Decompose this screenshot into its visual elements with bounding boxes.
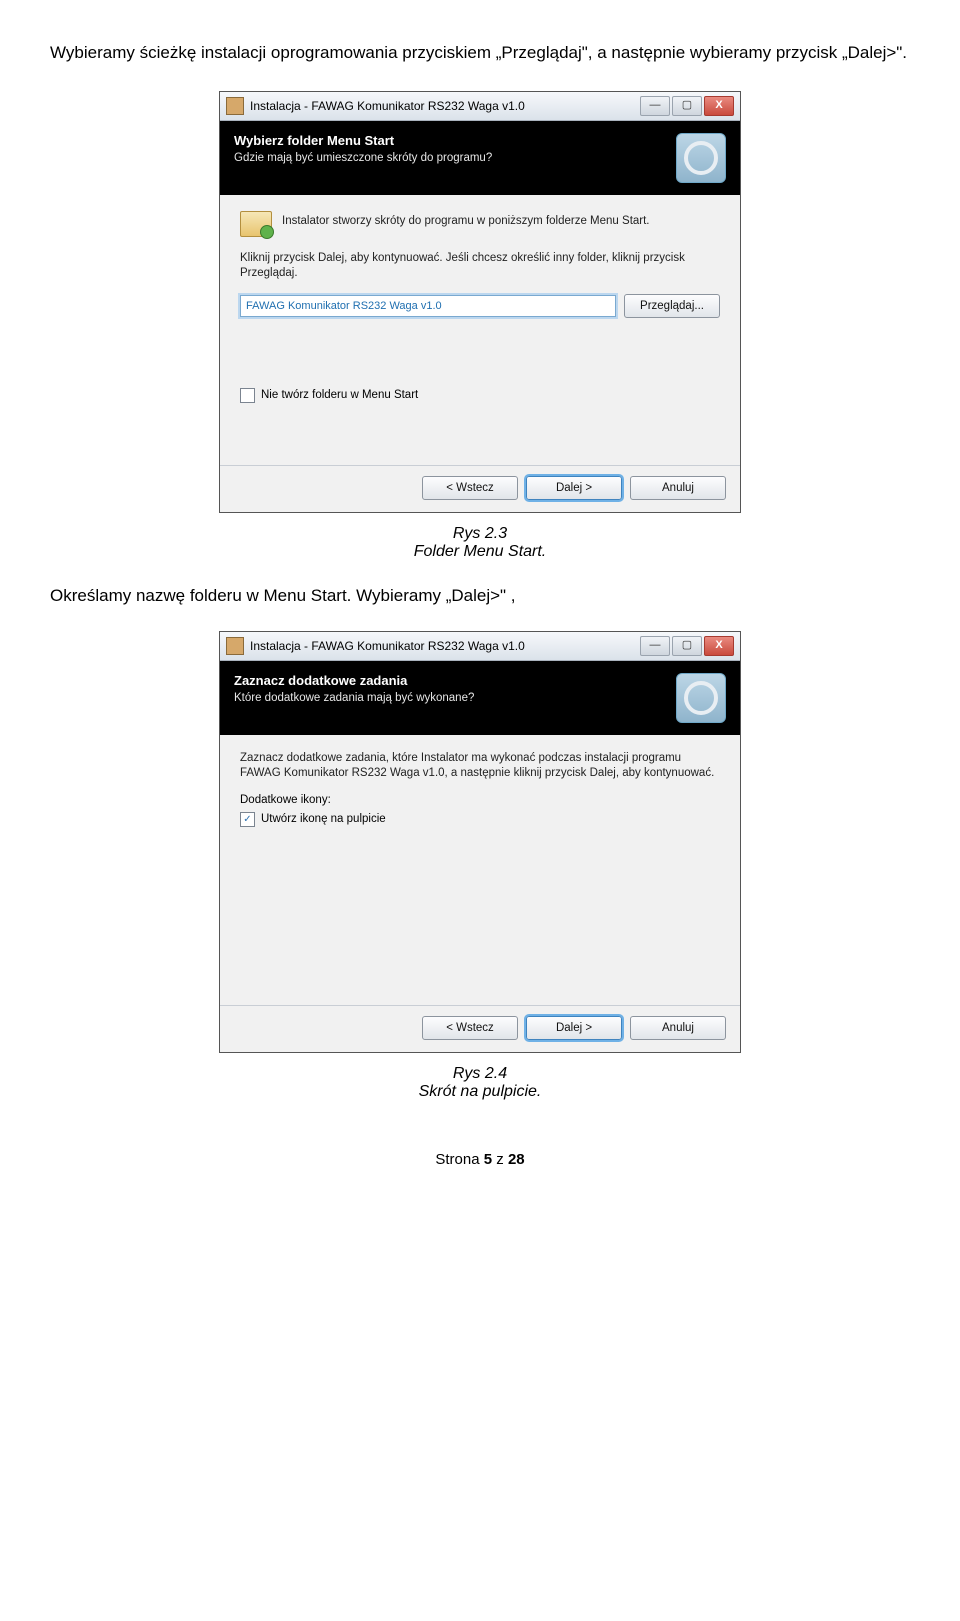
- close-button[interactable]: X: [704, 636, 734, 656]
- folder-name-input[interactable]: FAWAG Komunikator RS232 Waga v1.0: [240, 295, 616, 317]
- browse-button[interactable]: Przeglądaj...: [624, 294, 720, 318]
- step-title: Zaznacz dodatkowe zadania: [234, 673, 474, 688]
- wizard-body: Instalator stworzy skróty do programu w …: [220, 195, 740, 465]
- wizard-buttons: < Wstecz Dalej > Anuluj: [220, 1005, 740, 1052]
- page-total: 28: [508, 1151, 525, 1168]
- screenshot-1-wrap: Instalacja - FAWAG Komunikator RS232 Wag…: [50, 91, 910, 513]
- intro-paragraph: Wybieramy ścieżkę instalacji oprogramowa…: [50, 40, 910, 66]
- caption-2: Rys 2.4 Skrót na pulpicie.: [50, 1065, 910, 1101]
- cancel-button[interactable]: Anuluj: [630, 476, 726, 500]
- info-text: Instalator stworzy skróty do programu w …: [282, 211, 650, 227]
- mid-paragraph: Określamy nazwę folderu w Menu Start. Wy…: [50, 586, 910, 606]
- window-title: Instalacja - FAWAG Komunikator RS232 Wag…: [250, 639, 640, 653]
- next-button[interactable]: Dalej >: [526, 1016, 622, 1040]
- step-title: Wybierz folder Menu Start: [234, 133, 492, 148]
- titlebar: Instalacja - FAWAG Komunikator RS232 Wag…: [220, 632, 740, 661]
- instruction-text: Zaznacz dodatkowe zadania, które Instala…: [240, 751, 720, 782]
- step-subtitle: Gdzie mają być umieszczone skróty do pro…: [234, 152, 492, 164]
- back-button[interactable]: < Wstecz: [422, 476, 518, 500]
- wizard-header: Wybierz folder Menu Start Gdzie mają być…: [220, 121, 740, 195]
- dont-create-checkbox[interactable]: [240, 388, 255, 403]
- disk-icon: [676, 133, 726, 183]
- installer-icon: [226, 97, 244, 115]
- maximize-button[interactable]: ▢: [672, 636, 702, 656]
- footer-pre: Strona: [435, 1151, 483, 1168]
- installer-icon: [226, 637, 244, 655]
- window-buttons: — ▢ X: [640, 636, 734, 656]
- installer-window-1: Instalacja - FAWAG Komunikator RS232 Wag…: [219, 91, 741, 513]
- cancel-button[interactable]: Anuluj: [630, 1016, 726, 1040]
- desktop-icon-checkbox[interactable]: ✓: [240, 812, 255, 827]
- start-menu-folder-icon: [240, 211, 272, 237]
- window-title: Instalacja - FAWAG Komunikator RS232 Wag…: [250, 99, 640, 113]
- maximize-button[interactable]: ▢: [672, 96, 702, 116]
- caption-2-text: Skrót na pulpicie.: [419, 1083, 542, 1100]
- additional-icons-label: Dodatkowe ikony:: [240, 794, 720, 806]
- installer-window-2: Instalacja - FAWAG Komunikator RS232 Wag…: [219, 631, 741, 1053]
- caption-1-num: Rys 2.3: [453, 525, 507, 542]
- footer-mid: z: [492, 1151, 508, 1168]
- disk-icon: [676, 673, 726, 723]
- caption-1: Rys 2.3 Folder Menu Start.: [50, 525, 910, 561]
- caption-2-num: Rys 2.4: [453, 1065, 507, 1082]
- step-subtitle: Które dodatkowe zadania mają być wykonan…: [234, 692, 474, 704]
- next-button[interactable]: Dalej >: [526, 476, 622, 500]
- instruction-text: Kliknij przycisk Dalej, aby kontynuować.…: [240, 251, 720, 282]
- back-button[interactable]: < Wstecz: [422, 1016, 518, 1040]
- dont-create-label: Nie twórz folderu w Menu Start: [261, 389, 418, 401]
- minimize-button[interactable]: —: [640, 636, 670, 656]
- window-buttons: — ▢ X: [640, 96, 734, 116]
- caption-1-text: Folder Menu Start.: [414, 543, 547, 560]
- desktop-icon-label: Utwórz ikonę na pulpicie: [261, 813, 386, 825]
- close-button[interactable]: X: [704, 96, 734, 116]
- wizard-buttons: < Wstecz Dalej > Anuluj: [220, 465, 740, 512]
- titlebar: Instalacja - FAWAG Komunikator RS232 Wag…: [220, 92, 740, 121]
- screenshot-2-wrap: Instalacja - FAWAG Komunikator RS232 Wag…: [50, 631, 910, 1053]
- page-footer: Strona 5 z 28: [50, 1151, 910, 1168]
- wizard-header: Zaznacz dodatkowe zadania Które dodatkow…: [220, 661, 740, 735]
- page-number: 5: [484, 1151, 492, 1168]
- wizard-body: Zaznacz dodatkowe zadania, które Instala…: [220, 735, 740, 1005]
- minimize-button[interactable]: —: [640, 96, 670, 116]
